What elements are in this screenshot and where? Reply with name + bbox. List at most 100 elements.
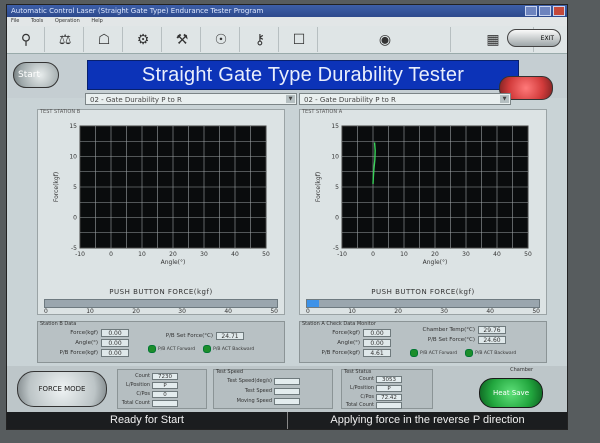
y-tick-label: 10 bbox=[331, 154, 339, 161]
info-value: 0.00 bbox=[101, 349, 129, 357]
counter-row: C/Pos 0 bbox=[120, 390, 178, 398]
speed-box: Test Speed Test Speed(deg/s) Test Speed … bbox=[213, 369, 333, 409]
test-select-a-value: 02 - Gate Durability P to R bbox=[304, 96, 396, 104]
maximize-button[interactable] bbox=[539, 6, 551, 16]
chevron-down-icon[interactable]: ▼ bbox=[500, 95, 509, 103]
pb-tick: 40 bbox=[224, 308, 232, 315]
counter-value: 72.42 bbox=[376, 393, 402, 401]
station-b-info-title: Station B Data bbox=[40, 321, 77, 327]
info-row: Angle(°) 0.00 bbox=[38, 339, 129, 347]
speed-value[interactable] bbox=[274, 377, 300, 385]
info-value: 0.00 bbox=[101, 329, 129, 337]
info-value: 24.71 bbox=[216, 332, 244, 340]
x-tick-label: -10 bbox=[337, 251, 347, 258]
tool-icon[interactable]: ⚒ bbox=[164, 27, 201, 52]
chevron-down-icon[interactable]: ▼ bbox=[286, 95, 295, 103]
station-a-title: TEST STATION A bbox=[302, 109, 343, 115]
app-window: Automatic Control Laser (Straight Gate T… bbox=[6, 4, 568, 430]
start-button[interactable]: Start bbox=[13, 62, 59, 88]
station-b-chart-svg: 151050-5-10 0 10 20 30 40 50Angle(°)Force(kgf) bbox=[53, 123, 270, 266]
station-a-pb-title: PUSH BUTTON FORCE(kgf) bbox=[371, 288, 475, 296]
speed-value[interactable] bbox=[274, 387, 300, 395]
counter-value bbox=[152, 399, 178, 407]
info-row: P/B Force(kgf) 4.61 bbox=[300, 349, 391, 357]
lamp-icon[interactable]: ☖ bbox=[86, 27, 123, 52]
station-a-info-title: Station A Check Data Monitor bbox=[302, 321, 376, 327]
speed-value[interactable] bbox=[274, 397, 300, 405]
counter-row: C/Pos 72.42 bbox=[344, 393, 402, 401]
menu-operation[interactable]: Operation bbox=[55, 18, 80, 24]
x-tick-label: 40 bbox=[231, 251, 239, 258]
x-tick-label: 0 bbox=[109, 251, 113, 258]
led-label: P/B ACT Forward bbox=[158, 346, 196, 352]
close-button[interactable] bbox=[553, 6, 565, 16]
station-b-counter: Count 7230 L/Position P C/Pos 0 Total Count bbox=[117, 369, 207, 409]
test-select-b[interactable]: 02 - Gate Durability P to R ▼ bbox=[85, 93, 297, 105]
station-a-pb-ticks: 0 10 20 30 40 50 bbox=[306, 308, 540, 315]
pb-tick: 30 bbox=[440, 308, 448, 315]
pb-tick: 0 bbox=[306, 308, 310, 315]
y-tick-label: 10 bbox=[69, 154, 77, 161]
status-led-icon bbox=[410, 349, 418, 357]
pb-tick: 30 bbox=[178, 308, 186, 315]
pb-tick: 50 bbox=[532, 308, 540, 315]
pb-tick: 20 bbox=[132, 308, 140, 315]
info-label: Chamber Temp(°C) bbox=[422, 327, 475, 333]
counter-value: P bbox=[152, 381, 178, 389]
station-a-chart-svg: 151050-5-10 0 10 20 30 40 50Angle(°)Force(kgf) bbox=[315, 123, 532, 266]
sensor-icon[interactable]: ☉ bbox=[203, 27, 240, 52]
speed-box-title: Test Speed bbox=[216, 369, 244, 375]
menu-tools[interactable]: Tools bbox=[31, 18, 43, 24]
x-tick-label: 30 bbox=[200, 251, 208, 258]
x-tick-label: 10 bbox=[400, 251, 408, 258]
probe-icon[interactable]: ⚲ bbox=[8, 27, 45, 52]
pb-tick: 20 bbox=[394, 308, 402, 315]
wrench-icon[interactable]: ⚷ bbox=[242, 27, 279, 52]
heat-save-button[interactable]: Heat Save bbox=[479, 378, 543, 408]
counter-row: L/Position P bbox=[344, 384, 402, 392]
test-select-a[interactable]: 02 - Gate Durability P to R ▼ bbox=[299, 93, 511, 105]
scale-icon[interactable]: ⚖ bbox=[47, 27, 84, 52]
chamber-label: Chamber bbox=[510, 367, 533, 373]
toolbar: ⚲ ⚖ ☖ ⚙ ⚒ ☉ ⚷ ☐ ◉ ▦ EXIT bbox=[7, 26, 567, 54]
x-tick-label: -10 bbox=[75, 251, 85, 258]
counter-row: Count 7230 bbox=[120, 372, 178, 380]
x-tick-label: 10 bbox=[138, 251, 146, 258]
info-value: 29.76 bbox=[478, 326, 506, 334]
station-a-pb-bar bbox=[306, 299, 540, 308]
info-value: 0.00 bbox=[363, 339, 391, 347]
status-bar: Ready for Start Applying force in the re… bbox=[7, 412, 567, 429]
counter-value: 7230 bbox=[152, 372, 178, 380]
info-value: 4.61 bbox=[363, 349, 391, 357]
x-tick-label: 50 bbox=[262, 251, 270, 258]
menu-file[interactable]: File bbox=[11, 18, 19, 24]
gear-icon[interactable]: ⚙ bbox=[125, 27, 162, 52]
force-mode-button[interactable]: FORCE MODE bbox=[17, 371, 107, 407]
info-row: P/B Set Force(°C) 24.60 bbox=[395, 336, 506, 344]
station-b-chart: 15 10 5 0 -5 -10 0 10 20 30 40 50 Angle(°) Force(kgf) bbox=[52, 122, 272, 272]
pb-tick: 0 bbox=[44, 308, 48, 315]
speed-row: Test Speed(deg/s) bbox=[216, 377, 300, 385]
info-label: P/B Force(kgf) bbox=[59, 350, 98, 356]
info-label: P/B Force(kgf) bbox=[321, 350, 360, 356]
counter-value: 3053 bbox=[376, 375, 402, 383]
counter-label: L/Position bbox=[126, 382, 150, 388]
info-label: Force(kgf) bbox=[332, 330, 360, 336]
menu-help[interactable]: Help bbox=[91, 18, 102, 24]
info-row: Angle(°) 0.00 bbox=[300, 339, 391, 347]
doc-icon[interactable]: ☐ bbox=[281, 27, 318, 52]
counter-value bbox=[376, 401, 402, 409]
station-b-pb-bar bbox=[44, 299, 278, 308]
y-tick-label: 15 bbox=[69, 123, 77, 130]
led-row: P/B ACT Forward P/B ACT Backward bbox=[148, 345, 254, 353]
speed-label: Moving Speed bbox=[236, 398, 272, 404]
counter-row: Total Count bbox=[344, 401, 402, 409]
speed-label: Test Speed bbox=[244, 388, 272, 394]
menu-bar: File Tools Operation Help bbox=[7, 17, 567, 26]
minimize-button[interactable] bbox=[525, 6, 537, 16]
station-b-info: Station B Data Force(kgf) 0.00 Angle(°) … bbox=[37, 321, 285, 363]
station-b-panel: TEST STATION B 15 10 5 0 -5 -10 0 10 20 30 40 50 Ang… bbox=[37, 109, 285, 315]
window-title: Automatic Control Laser (Straight Gate T… bbox=[11, 7, 264, 15]
exit-button[interactable]: EXIT bbox=[507, 29, 561, 47]
globe-icon[interactable]: ◉ bbox=[320, 27, 451, 52]
